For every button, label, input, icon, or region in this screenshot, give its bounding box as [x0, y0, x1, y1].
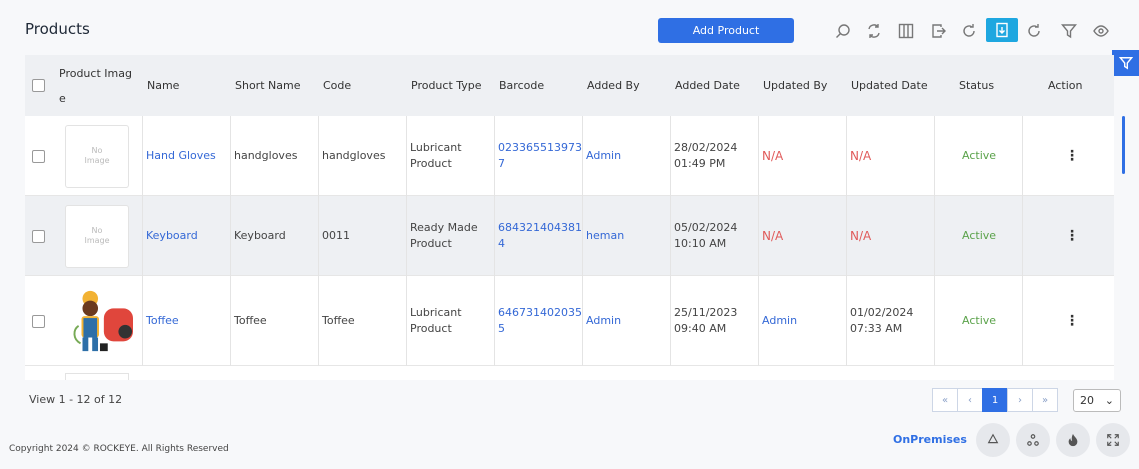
side-filter-icon[interactable] — [1112, 50, 1139, 76]
product-type: Lubricant Product — [410, 141, 462, 170]
table-row[interactable]: No Image Keyboard Keyboard 0011 Ready Mad… — [25, 196, 1114, 276]
added-by-link[interactable]: Admin — [582, 116, 670, 196]
view-count: View 1 - 12 of 12 — [29, 393, 123, 406]
added-date: 28/02/2024 01:49 PM — [674, 141, 738, 170]
columns-icon[interactable] — [895, 20, 917, 42]
added-by-link[interactable]: Admin — [582, 276, 670, 366]
fire-icon[interactable] — [1056, 423, 1090, 457]
row-checkbox[interactable] — [28, 116, 54, 196]
col-short-name[interactable]: Short Name — [235, 79, 300, 92]
col-action: Action — [1048, 79, 1083, 92]
page: Products Add Product Product Imag e Name… — [0, 0, 1139, 469]
updated-by-link[interactable]: Admin — [758, 276, 846, 366]
col-product-image[interactable]: Product Imag — [59, 67, 132, 80]
row-action-menu-icon[interactable]: ⋮ — [1061, 196, 1081, 276]
page-size-select[interactable]: 20 ⌄ — [1073, 389, 1121, 412]
barcode-link[interactable]: 684321404381 4 — [494, 196, 582, 276]
no-image-placeholder: No Image — [65, 204, 129, 268]
product-type: Lubricant Product — [410, 306, 462, 335]
product-image: No Image — [61, 196, 133, 276]
next-page-button[interactable]: › — [1007, 388, 1033, 412]
add-product-button[interactable]: Add Product — [658, 18, 794, 43]
page-1-button[interactable]: 1 — [982, 388, 1008, 412]
updated-date: 01/02/2024 07:33 AM — [850, 306, 914, 335]
short-name: Keyboard — [234, 229, 286, 242]
row-action-menu-icon[interactable]: ⋮ — [1061, 276, 1081, 366]
added-date: 05/02/2024 10:10 AM — [674, 221, 738, 250]
status-badge: Active — [962, 229, 997, 242]
added-date: 25/11/2023 09:40 AM — [674, 306, 738, 335]
network-icon[interactable] — [1016, 423, 1050, 457]
col-name[interactable]: Name — [147, 79, 179, 92]
updated-date: N/A — [850, 149, 872, 163]
col-status[interactable]: Status — [959, 79, 994, 92]
status-badge: Active — [962, 314, 997, 327]
products-table: Product Imag e Name Short Name Code Prod… — [25, 55, 1114, 380]
page-size-value: 20 — [1080, 394, 1094, 407]
added-by-link[interactable]: heman — [582, 196, 670, 276]
reload-icon[interactable] — [958, 20, 980, 42]
product-image — [61, 276, 133, 366]
eye-icon[interactable] — [1090, 20, 1112, 42]
table-scrollbar[interactable] — [1122, 116, 1125, 174]
status-badge: Active — [962, 149, 997, 162]
col-updated-date[interactable]: Updated Date — [851, 79, 928, 92]
updated-by: N/A — [762, 229, 784, 243]
barcode-link[interactable]: 023365513973 7 — [494, 116, 582, 196]
recycle-icon[interactable] — [976, 423, 1010, 457]
table-row[interactable]: No Image Hand Gloves handgloves handglove… — [25, 116, 1114, 196]
barcode-link[interactable]: 646731402035 5 — [494, 276, 582, 366]
col-code[interactable]: Code — [323, 79, 351, 92]
page-title: Products — [25, 20, 90, 38]
code: Toffee — [322, 314, 355, 327]
col-added-date[interactable]: Added Date — [675, 79, 740, 92]
short-name: handgloves — [234, 149, 298, 162]
code: 0011 — [322, 229, 350, 242]
col-product-type[interactable]: Product Type — [411, 79, 482, 92]
last-page-button[interactable]: » — [1032, 388, 1058, 412]
product-name-link[interactable]: Toffee — [142, 276, 230, 366]
no-image-placeholder: No Image — [65, 124, 129, 188]
refresh-icon[interactable] — [863, 20, 885, 42]
code: handgloves — [322, 149, 386, 162]
table-row[interactable]: Toffee Toffee Toffee Lubricant Product 64… — [25, 276, 1114, 366]
row-checkbox[interactable] — [28, 276, 54, 366]
fullscreen-icon[interactable] — [1096, 423, 1130, 457]
onpremises-link[interactable]: OnPremises — [893, 433, 967, 446]
product-name-link[interactable]: Hand Gloves — [142, 116, 230, 196]
chevron-down-icon: ⌄ — [1104, 394, 1114, 407]
download-icon[interactable] — [986, 18, 1018, 42]
updated-by: N/A — [762, 149, 784, 163]
updated-date: N/A — [850, 229, 872, 243]
next-row-image-partial — [65, 373, 129, 380]
mechanic-illustration — [73, 290, 133, 352]
col-updated-by[interactable]: Updated By — [763, 79, 827, 92]
prev-page-button[interactable]: ‹ — [957, 388, 983, 412]
copyright-text: Copyright 2024 © ROCKEYE. All Rights Res… — [9, 444, 229, 454]
select-all-checkbox[interactable] — [32, 79, 45, 92]
pagination: « ‹ 1 › » — [932, 388, 1058, 412]
first-page-button[interactable]: « — [932, 388, 958, 412]
product-name-link[interactable]: Keyboard — [142, 196, 230, 276]
col-added-by[interactable]: Added By — [587, 79, 640, 92]
sync-icon[interactable] — [1023, 20, 1045, 42]
row-action-menu-icon[interactable]: ⋮ — [1061, 116, 1081, 196]
product-image: No Image — [61, 116, 133, 196]
col-barcode[interactable]: Barcode — [499, 79, 544, 92]
col-product-image-wrap: e — [59, 92, 66, 105]
table-header: Product Imag e Name Short Name Code Prod… — [25, 55, 1114, 116]
filter-icon[interactable] — [1058, 20, 1080, 42]
search-icon[interactable] — [832, 20, 854, 42]
product-type: Ready Made Product — [410, 221, 478, 250]
short-name: Toffee — [234, 314, 267, 327]
export-icon[interactable] — [927, 20, 949, 42]
row-checkbox[interactable] — [28, 196, 54, 276]
